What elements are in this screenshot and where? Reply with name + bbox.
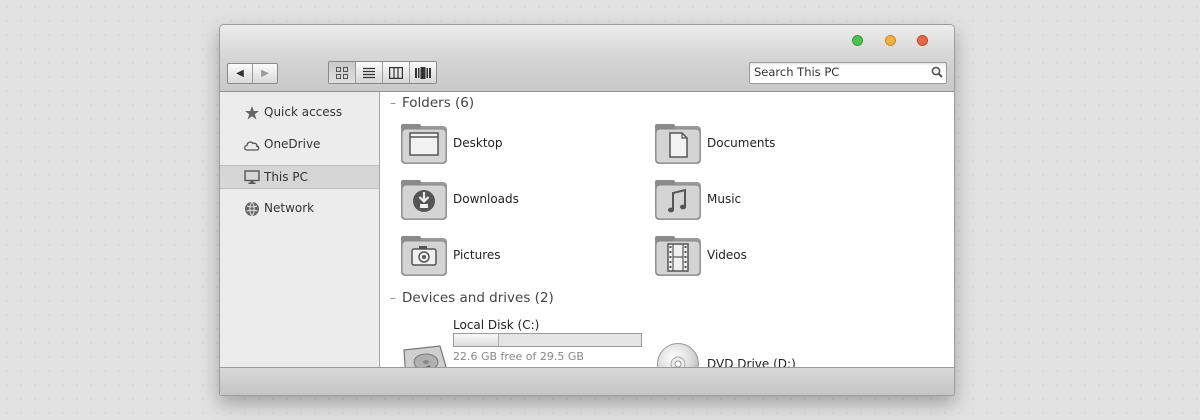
list-view-button[interactable] — [355, 62, 382, 83]
content-pane: – Folders (6) Desktop Documents Download… — [380, 92, 954, 385]
devices-group-header[interactable]: – Devices and drives (2) — [390, 290, 554, 306]
coverflow-view-icon — [415, 66, 431, 79]
sidebar-item-network[interactable]: Network — [220, 197, 379, 221]
collapse-dash-icon: – — [390, 291, 396, 305]
folder-music[interactable]: Music — [654, 179, 884, 223]
search-input[interactable] — [754, 64, 924, 80]
search-icon[interactable] — [931, 66, 943, 78]
sidebar-item-label: Quick access — [264, 105, 343, 119]
sidebar-item-onedrive[interactable]: OneDrive — [220, 133, 379, 157]
sidebar-item-label: OneDrive — [264, 137, 321, 151]
navigation-buttons: ◀ ▶ — [227, 63, 278, 84]
devices-group-title: Devices and drives (2) — [402, 290, 554, 306]
maximize-button[interactable] — [852, 35, 863, 46]
folder-desktop[interactable]: Desktop — [400, 123, 630, 167]
sidebar: Quick access OneDrive This PC Network — [220, 92, 380, 367]
columns-view-button[interactable] — [382, 62, 409, 83]
collapse-dash-icon: – — [390, 96, 396, 110]
folder-label: Desktop — [453, 136, 503, 150]
large-icons-view-icon — [336, 66, 348, 79]
view-mode-buttons — [328, 61, 437, 84]
sidebar-item-label: This PC — [264, 170, 308, 184]
folders-group-header[interactable]: – Folders (6) — [390, 95, 474, 111]
columns-view-icon — [389, 66, 403, 79]
back-arrow-icon: ◀ — [236, 68, 244, 79]
documents-folder-icon — [655, 124, 701, 164]
sidebar-item-label: Network — [264, 201, 315, 215]
list-view-icon — [363, 67, 375, 78]
cloud-icon — [243, 136, 260, 153]
desktop-folder-icon — [401, 124, 447, 164]
folder-label: Documents — [707, 136, 776, 150]
pictures-folder-icon — [401, 236, 447, 276]
star-icon — [243, 104, 260, 121]
sidebar-item-quick-access[interactable]: Quick access — [220, 101, 379, 125]
globe-icon — [243, 200, 260, 217]
folder-label: Music — [707, 192, 742, 206]
disk-usage-fill — [454, 334, 499, 346]
search-box — [749, 62, 947, 84]
folder-videos[interactable]: Videos — [654, 235, 884, 279]
folder-downloads[interactable]: Downloads — [400, 179, 630, 223]
large-icons-view-button[interactable] — [329, 62, 355, 83]
disk-usage-bar — [453, 333, 642, 347]
folders-group-title: Folders (6) — [402, 95, 475, 111]
minimize-button[interactable] — [885, 35, 896, 46]
status-bar — [220, 367, 954, 395]
disk-free-text: 22.6 GB free of 29.5 GB — [453, 350, 584, 363]
folder-label: Downloads — [453, 192, 519, 206]
sidebar-item-this-pc[interactable]: This PC — [220, 165, 379, 189]
forward-button[interactable]: ▶ — [252, 64, 277, 83]
music-folder-icon — [655, 180, 701, 220]
coverflow-view-button[interactable] — [409, 62, 436, 83]
videos-folder-icon — [655, 236, 701, 276]
explorer-window: ◀ ▶ Search This PC Quick access OneDrive… — [219, 24, 955, 396]
close-button[interactable] — [917, 35, 928, 46]
folder-label: Videos — [707, 248, 747, 262]
drive-label: Local Disk (C:) — [453, 318, 540, 332]
monitor-icon — [243, 169, 260, 186]
folder-label: Pictures — [453, 248, 501, 262]
forward-arrow-icon: ▶ — [261, 68, 269, 79]
downloads-folder-icon — [401, 180, 447, 220]
back-button[interactable]: ◀ — [228, 64, 252, 83]
folder-documents[interactable]: Documents — [654, 123, 884, 167]
title-bar: ◀ ▶ — [220, 25, 954, 92]
folder-pictures[interactable]: Pictures — [400, 235, 630, 279]
